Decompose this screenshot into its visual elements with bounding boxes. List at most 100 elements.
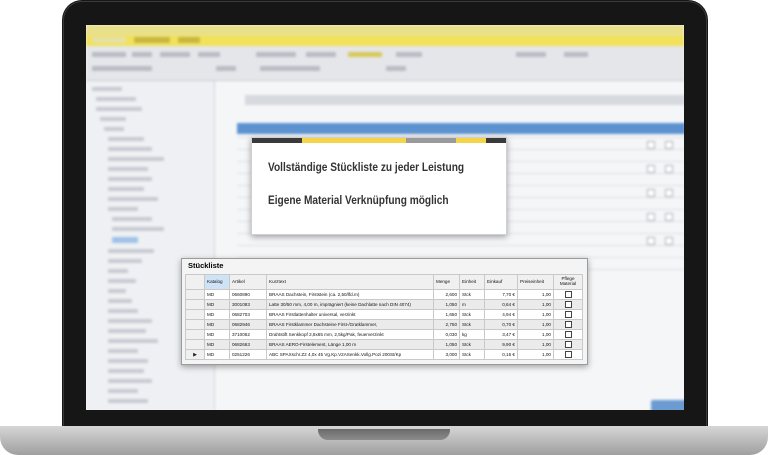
cell-menge[interactable]: 1,050 xyxy=(433,299,460,310)
cell-kurztext[interactable]: BRAAS Firstklammer Dachsteine First-/Gra… xyxy=(266,319,434,330)
pflege-material-checkbox[interactable] xyxy=(564,291,572,298)
table-row[interactable]: MD 0682703 BRAAS Firstlattenhalter univers… xyxy=(185,309,583,320)
row-indicator[interactable] xyxy=(185,329,205,340)
cell-einkauf[interactable]: 3,47 € xyxy=(484,329,518,340)
cell-preiseinheit[interactable]: 1,00 xyxy=(517,349,554,360)
column-header-pflege-material[interactable]: Pflege Material xyxy=(553,274,583,290)
cell-pflege-material xyxy=(553,319,583,330)
cell-katalog[interactable]: MD xyxy=(204,299,230,310)
column-header-einheit[interactable]: Einheit xyxy=(459,274,485,290)
callout-line-2: Eigene Material Verknüpfung möglich xyxy=(268,195,449,207)
column-header-einkauf[interactable]: Einkauf xyxy=(484,274,518,290)
cell-einkauf[interactable]: 7,70 € xyxy=(484,289,518,300)
cell-artikel[interactable]: 0682703 xyxy=(229,309,267,320)
cell-artikel[interactable]: 0682663 xyxy=(229,339,267,350)
cell-kurztext[interactable]: BRAAS Firstlattenhalter universal, verzi… xyxy=(266,309,434,320)
table-header-row: Katalog Artikel Kurztext Menge Einheit E… xyxy=(185,274,583,290)
cell-einheit[interactable]: Stck xyxy=(459,309,485,320)
cell-einkauf[interactable]: 9,90 € xyxy=(484,339,518,350)
laptop-opening-notch xyxy=(318,429,450,440)
app-ribbon-tabs xyxy=(86,36,684,46)
cell-einheit[interactable]: Stck xyxy=(459,319,485,330)
stueckliste-window: Stückliste Katalog Artikel Kurztext Meng… xyxy=(181,258,588,365)
pflege-material-checkbox[interactable] xyxy=(564,301,572,308)
column-header-artikel[interactable]: Artikel xyxy=(229,274,267,290)
callout-stripe-5 xyxy=(456,138,486,143)
cell-pflege-material xyxy=(553,299,583,310)
cell-menge[interactable]: 2,750 xyxy=(433,319,460,330)
table-row[interactable]: MD 3001083 Latte 30/50 mm, 4,00 m, imprägn… xyxy=(185,299,583,310)
cell-preiseinheit[interactable]: 1,00 xyxy=(517,309,554,320)
cell-kurztext[interactable]: BRAAS Dachstein, Firststein (ca. 2,50/lf… xyxy=(266,289,434,300)
row-indicator[interactable]: ▶ xyxy=(185,349,205,360)
column-header-preiseinheit[interactable]: Preiseinheit xyxy=(517,274,554,290)
pflege-material-checkbox[interactable] xyxy=(564,311,572,318)
cell-einkauf[interactable]: 4,94 € xyxy=(484,309,518,320)
cell-menge[interactable]: 1,650 xyxy=(433,309,460,320)
column-header-kurztext[interactable]: Kurztext xyxy=(266,274,434,290)
table-row[interactable]: ▶ MD 0251226 ABC SPAXschr.Z2 4,0x 45 Vg.Kp.… xyxy=(185,349,583,360)
cell-einkauf[interactable]: 0,70 € xyxy=(484,319,518,330)
callout-stripe-1 xyxy=(252,138,302,143)
app-titlebar xyxy=(86,25,684,36)
cell-preiseinheit[interactable]: 1,00 xyxy=(517,289,554,300)
cell-menge[interactable]: 2,600 xyxy=(433,289,460,300)
cell-artikel[interactable]: 3710062 xyxy=(229,329,267,340)
row-indicator[interactable] xyxy=(185,309,205,320)
cell-katalog[interactable]: MD xyxy=(204,339,230,350)
pflege-material-checkbox[interactable] xyxy=(564,341,572,348)
app-toolbar xyxy=(86,46,684,81)
cell-einheit[interactable]: Stck xyxy=(459,289,485,300)
table-row[interactable]: MD 3710062 Drahtstift Senkkopf 2,8x65 mm, … xyxy=(185,329,583,340)
table-row[interactable]: MD 0682946 BRAAS Firstklammer Dachsteine F… xyxy=(185,319,583,330)
cell-artikel[interactable]: 3001083 xyxy=(229,299,267,310)
row-indicator-header xyxy=(185,274,205,290)
cell-einheit[interactable]: Stck xyxy=(459,349,485,360)
cell-katalog[interactable]: MD xyxy=(204,289,230,300)
cell-menge[interactable]: 3,000 xyxy=(433,349,460,360)
row-indicator[interactable] xyxy=(185,319,205,330)
table-row[interactable]: MD 0682663 BRAAS AERO-Firstelement, Länge … xyxy=(185,339,583,350)
table-row[interactable]: MD 0660890 BRAAS Dachstein, Firststein (ca… xyxy=(185,289,583,300)
cell-menge[interactable]: 1,050 xyxy=(433,339,460,350)
cell-einkauf[interactable]: 0,16 € xyxy=(484,349,518,360)
pflege-material-checkbox[interactable] xyxy=(564,351,572,358)
cell-preiseinheit[interactable]: 1,00 xyxy=(517,319,554,330)
cell-preiseinheit[interactable]: 1,00 xyxy=(517,329,554,340)
cell-katalog[interactable]: MD xyxy=(204,319,230,330)
cell-einkauf[interactable]: 0,64 € xyxy=(484,299,518,310)
selected-row-highlight xyxy=(237,123,684,134)
cell-artikel[interactable]: 0682946 xyxy=(229,319,267,330)
feature-callout: Vollständige Stückliste zu jeder Leistun… xyxy=(251,137,507,235)
cell-pflege-material xyxy=(553,289,583,300)
cell-kurztext[interactable]: ABC SPAXschr.Z2 4,0x 45 Vg.Kp.V2ASenkk.V… xyxy=(266,349,434,360)
callout-stripe-2 xyxy=(302,138,352,143)
cell-artikel[interactable]: 0660890 xyxy=(229,289,267,300)
pflege-material-checkbox[interactable] xyxy=(564,331,572,338)
current-row-arrow-icon: ▶ xyxy=(193,351,197,358)
cell-einheit[interactable]: kg xyxy=(459,329,485,340)
cell-preiseinheit[interactable]: 1,00 xyxy=(517,339,554,350)
cell-kurztext[interactable]: BRAAS AERO-Firstelement, Länge 1,00 m xyxy=(266,339,434,350)
cell-menge[interactable]: 0,030 xyxy=(433,329,460,340)
cell-pflege-material xyxy=(553,339,583,350)
cell-katalog[interactable]: MD xyxy=(204,309,230,320)
cell-artikel[interactable]: 0251226 xyxy=(229,349,267,360)
cell-katalog[interactable]: MD xyxy=(204,329,230,340)
cell-einheit[interactable]: m xyxy=(459,299,485,310)
cell-kurztext[interactable]: Drahtstift Senkkopf 2,8x65 mm, 2,5kg/Pak… xyxy=(266,329,434,340)
cell-kurztext[interactable]: Latte 30/50 mm, 4,00 m, imprägniert (kei… xyxy=(266,299,434,310)
column-header-menge[interactable]: Menge xyxy=(433,274,460,290)
pflege-material-checkbox[interactable] xyxy=(564,321,572,328)
row-indicator[interactable] xyxy=(185,339,205,350)
cell-preiseinheit[interactable]: 1,00 xyxy=(517,299,554,310)
row-indicator[interactable] xyxy=(185,299,205,310)
stueckliste-title: Stückliste xyxy=(188,261,224,270)
column-header-katalog[interactable]: Katalog xyxy=(204,274,230,290)
grid-header xyxy=(245,95,684,105)
cell-pflege-material xyxy=(553,329,583,340)
row-indicator[interactable] xyxy=(185,289,205,300)
cell-pflege-material xyxy=(553,309,583,320)
cell-einheit[interactable]: Stck xyxy=(459,339,485,350)
cell-katalog[interactable]: MD xyxy=(204,349,230,360)
